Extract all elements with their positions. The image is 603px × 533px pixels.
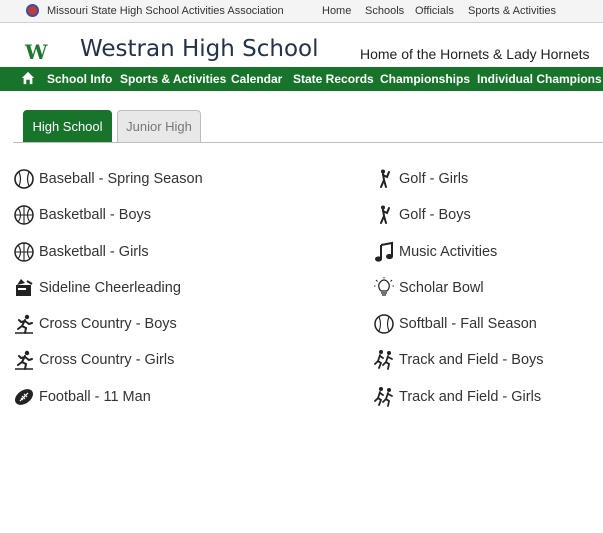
activity-label: Baseball - Spring Season [39, 171, 203, 187]
music-note-icon [373, 241, 395, 263]
activity-label: Cross Country - Girls [39, 352, 175, 368]
nav-school-info[interactable]: School Info [47, 72, 112, 86]
activity-football[interactable]: Football - 11 Man [13, 386, 151, 408]
activity-label: Basketball - Girls [39, 244, 149, 260]
activity-track-field-girls[interactable]: Track and Field - Girls [373, 386, 541, 408]
tab-junior-high[interactable]: Junior High [117, 110, 201, 143]
football-icon [13, 386, 35, 408]
top-link-home[interactable]: Home [322, 5, 351, 17]
megaphone-icon [13, 277, 35, 299]
mshsaa-logo-icon [26, 4, 39, 17]
top-link-sports-activities[interactable]: Sports & Activities [468, 5, 556, 17]
nav-championships[interactable]: Championships [380, 72, 470, 86]
basketball-icon [13, 241, 35, 263]
activity-basketball-boys[interactable]: Basketball - Boys [13, 204, 151, 226]
activity-label: Track and Field - Boys [399, 352, 544, 368]
nav-calendar[interactable]: Calendar [231, 72, 282, 86]
nav-sports-activities[interactable]: Sports & Activities [120, 72, 226, 86]
activity-scholar-bowl[interactable]: Scholar Bowl [373, 277, 484, 299]
org-link[interactable]: Missouri State High School Activities As… [26, 4, 284, 17]
activity-cross-country-boys[interactable]: Cross Country - Boys [13, 313, 177, 335]
nav-state-records[interactable]: State Records [293, 72, 374, 86]
activity-sideline-cheerleading[interactable]: Sideline Cheerleading [13, 277, 181, 299]
activity-golf-girls[interactable]: Golf - Girls [373, 168, 468, 190]
school-tagline: Home of the Hornets & Lady Hornets [360, 46, 590, 62]
golfer-icon [373, 168, 395, 190]
activity-basketball-girls[interactable]: Basketball - Girls [13, 241, 149, 263]
activity-label: Scholar Bowl [399, 280, 484, 296]
track-runners-icon [373, 349, 395, 371]
school-logo[interactable]: W [25, 40, 47, 64]
org-name: Missouri State High School Activities As… [47, 4, 284, 17]
tab-high-school[interactable]: High School [23, 110, 112, 143]
tab-divider [13, 142, 603, 143]
activity-label: Golf - Girls [399, 171, 469, 187]
top-link-schools[interactable]: Schools [365, 5, 404, 17]
home-icon[interactable] [21, 71, 35, 85]
nav-individual-champions[interactable]: Individual Champions [477, 72, 602, 86]
top-bar: Missouri State High School Activities As… [0, 0, 603, 23]
main-nav: School Info Sports & Activities Calendar… [0, 67, 603, 91]
lightbulb-icon [373, 277, 395, 299]
activity-label: Football - 11 Man [39, 389, 151, 405]
activity-cross-country-girls[interactable]: Cross Country - Girls [13, 349, 174, 371]
activity-music[interactable]: Music Activities [373, 241, 497, 263]
softball-icon [373, 313, 395, 335]
top-link-officials[interactable]: Officials [415, 5, 454, 17]
track-runners-icon [373, 386, 395, 408]
activity-label: Basketball - Boys [39, 207, 152, 223]
school-name: Westran High School [80, 36, 319, 62]
activity-track-field-boys[interactable]: Track and Field - Boys [373, 349, 544, 371]
activity-label: Track and Field - Girls [399, 389, 542, 405]
activity-label: Golf - Boys [399, 207, 471, 223]
golfer-icon [373, 204, 395, 226]
activity-label: Sideline Cheerleading [39, 280, 181, 296]
activity-label: Softball - Fall Season [399, 316, 537, 332]
runner-icon [13, 313, 35, 335]
activity-golf-boys[interactable]: Golf - Boys [373, 204, 471, 226]
activity-baseball[interactable]: Baseball - Spring Season [13, 168, 203, 190]
activity-label: Music Activities [399, 244, 498, 260]
baseball-icon [13, 168, 35, 190]
activity-softball[interactable]: Softball - Fall Season [373, 313, 537, 335]
basketball-icon [13, 204, 35, 226]
activity-label: Cross Country - Boys [39, 316, 177, 332]
runner-icon [13, 349, 35, 371]
